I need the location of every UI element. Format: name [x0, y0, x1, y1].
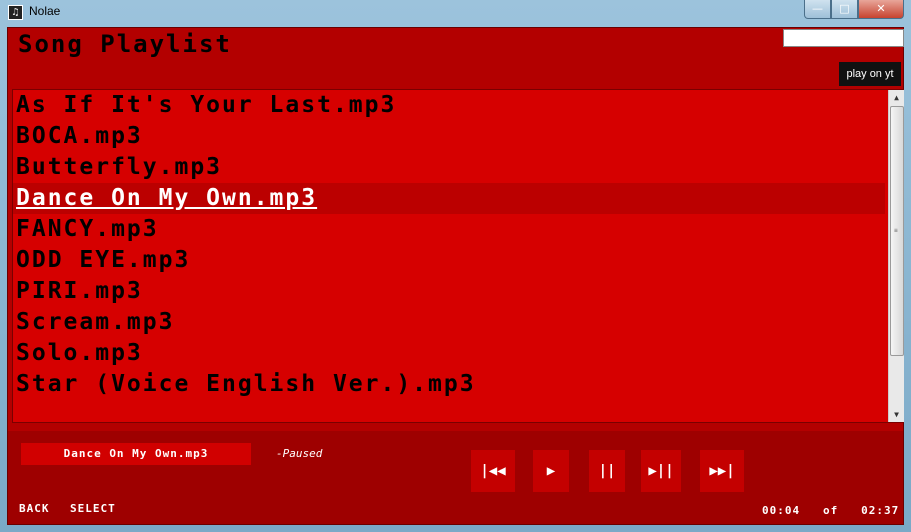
playlist-item[interactable]: Solo.mp3	[13, 338, 885, 369]
playlist-item[interactable]: FANCY.mp3	[13, 214, 885, 245]
close-button[interactable]: ✕	[858, 0, 904, 19]
scrollbar[interactable]: ▲ ≡ ▼	[888, 90, 904, 422]
title-bar[interactable]: ♫ Nolae — □ ✕	[0, 0, 911, 26]
scroll-up-icon[interactable]: ▲	[889, 90, 904, 105]
playlist-item[interactable]: As If It's Your Last.mp3	[13, 90, 885, 121]
back-button[interactable]: BACK	[19, 502, 50, 515]
page-title: Song Playlist	[18, 30, 232, 58]
previous-track-button[interactable]: |◀◀	[471, 450, 515, 492]
scroll-down-icon[interactable]: ▼	[889, 407, 904, 422]
app-icon: ♫	[8, 5, 23, 20]
elapsed-time: 00:04	[762, 504, 801, 517]
grip-icon: ≡	[894, 227, 898, 234]
maximize-button[interactable]: □	[831, 0, 858, 19]
play-pause-button[interactable]: ▶||	[641, 450, 681, 492]
time-separator: of	[823, 504, 839, 517]
playlist-item[interactable]: Dance On My Own.mp3	[13, 183, 885, 214]
pause-button[interactable]: ||	[589, 450, 625, 492]
play-on-yt-button[interactable]: play on yt	[839, 62, 901, 86]
minimize-button[interactable]: —	[804, 0, 831, 19]
player-footer: Dance On My Own.mp3 -Paused |◀◀ ▶ || ▶||…	[8, 431, 903, 524]
track-time: 00:04 of 02:37	[762, 504, 899, 517]
playlist-item[interactable]: BOCA.mp3	[13, 121, 885, 152]
window-title: Nolae	[29, 4, 61, 18]
playlist[interactable]: As If It's Your Last.mp3 BOCA.mp3 Butterfl…	[12, 89, 904, 423]
scrollbar-thumb[interactable]: ≡	[890, 106, 904, 356]
app-window: ♫ Nolae — □ ✕ Song Playlist play on yt A…	[0, 0, 911, 532]
total-time: 02:37	[861, 504, 900, 517]
playlist-item[interactable]: ODD EYE.mp3	[13, 245, 885, 276]
app-client: Song Playlist play on yt As If It's Your…	[7, 27, 904, 525]
playback-status: -Paused	[276, 447, 323, 460]
playlist-item[interactable]: PIRI.mp3	[13, 276, 885, 307]
playlist-items: As If It's Your Last.mp3 BOCA.mp3 Butterfl…	[13, 90, 885, 402]
playlist-item[interactable]: Butterfly.mp3	[13, 152, 885, 183]
search-input[interactable]	[783, 29, 904, 47]
playlist-item[interactable]: Star (Voice English Ver.).mp3	[13, 369, 885, 400]
play-button[interactable]: ▶	[533, 450, 569, 492]
select-button[interactable]: SELECT	[70, 502, 116, 515]
playlist-item[interactable]: Scream.mp3	[13, 307, 885, 338]
next-track-button[interactable]: ▶▶|	[700, 450, 744, 492]
now-playing-title: Dance On My Own.mp3	[21, 443, 251, 465]
